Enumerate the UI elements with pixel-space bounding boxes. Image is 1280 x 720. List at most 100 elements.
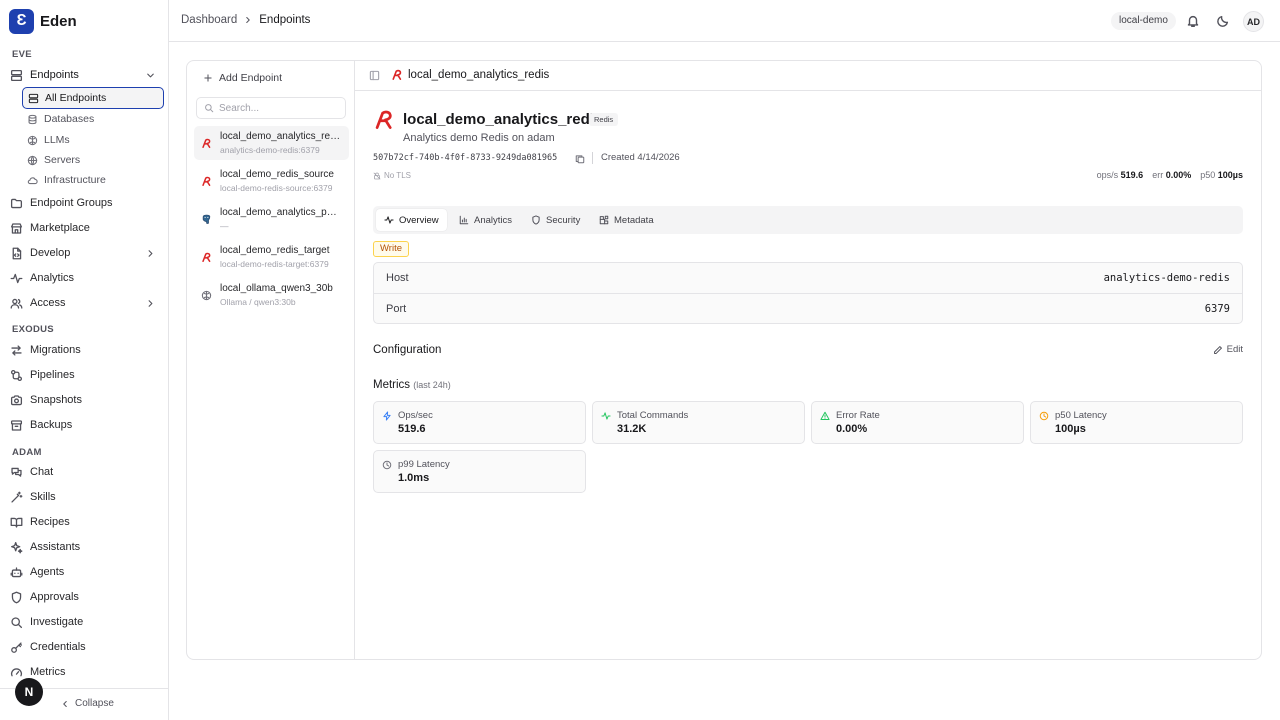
connection-key: Host <box>386 272 409 284</box>
tab-security[interactable]: Security <box>523 209 588 231</box>
archive-icon <box>10 419 23 431</box>
endpoint-name: local_demo_redis_source <box>220 169 334 180</box>
environment-badge[interactable]: local-demo <box>1111 12 1176 30</box>
endpoint-name: local_demo_analytics_postgres <box>220 207 342 218</box>
edit-configuration-button[interactable]: Edit <box>1213 344 1243 355</box>
tab-overview[interactable]: Overview <box>376 209 447 231</box>
code-file-icon <box>12 247 22 259</box>
tab-label: Metadata <box>614 214 654 226</box>
endpoint-address: local-demo-redis-target:6379 <box>220 259 329 269</box>
sidebar-item-label: Endpoints <box>30 69 79 81</box>
sidebar-item-analytics[interactable]: Analytics <box>10 267 160 289</box>
endpoint-detail: local_demo_analytics_redis local_demo_an… <box>355 61 1261 659</box>
connection-value: 6379 <box>1204 303 1230 315</box>
sidebar-item-label: Assistants <box>30 541 81 553</box>
zap-icon <box>383 411 391 421</box>
nextjs-dev-badge[interactable]: N <box>15 678 43 706</box>
stat-err-label: err <box>1152 170 1164 180</box>
sidebar-item-endpoints[interactable]: Endpoints <box>10 64 160 86</box>
endpoint-list-item[interactable]: local_demo_analytics_postgres — <box>194 202 349 236</box>
sidebar-item-investigate[interactable]: Investigate <box>10 611 160 633</box>
server-stack-icon <box>28 93 39 103</box>
chevron-right-icon[interactable] <box>145 248 156 259</box>
metric-label: Ops/sec <box>398 410 433 421</box>
sidebar: Ɛ Eden EVE Endpoints All Endpoints Datab… <box>0 0 169 720</box>
redis-icon <box>375 110 392 129</box>
sidebar-subitem-llms[interactable]: LLMs <box>22 129 164 151</box>
endpoint-name: local_demo_analytics_redis <box>220 131 342 142</box>
tab-label: Security <box>546 214 581 226</box>
search-input[interactable] <box>219 102 329 114</box>
metric-card-p99-latency: p99 Latency 1.0ms <box>373 450 586 493</box>
tab-metadata[interactable]: Metadata <box>591 209 662 231</box>
brand[interactable]: Ɛ Eden <box>9 8 77 34</box>
sidebar-item-credentials[interactable]: Credentials <box>10 636 160 658</box>
metrics-title-text: Metrics <box>373 379 411 391</box>
sidebar-item-backups[interactable]: Backups <box>10 414 160 436</box>
metric-label: p99 Latency <box>398 459 450 470</box>
bell-icon[interactable] <box>1186 14 1200 28</box>
metrics-period: (last 24h) <box>413 380 451 390</box>
metric-value: 0.00% <box>836 423 868 435</box>
sidebar-item-pipelines[interactable]: Pipelines <box>10 364 160 386</box>
redis-icon <box>202 138 211 149</box>
collapse-button[interactable]: Collapse <box>60 698 114 709</box>
search-icon <box>205 104 214 113</box>
server-stack-icon <box>10 69 23 81</box>
sidebar-subitem-all-endpoints[interactable]: All Endpoints <box>22 87 164 109</box>
sidebar-item-skills[interactable]: Skills <box>10 486 160 508</box>
alert-triangle-icon <box>820 411 830 420</box>
copy-icon[interactable] <box>575 154 585 164</box>
postgres-icon <box>202 214 211 224</box>
sidebar-item-migrations[interactable]: Migrations <box>10 339 160 361</box>
sidebar-item-label: Develop <box>30 247 71 259</box>
sidebar-item-chat[interactable]: Chat <box>10 461 160 483</box>
redis-icon <box>202 252 211 263</box>
arrows-swap-icon <box>11 344 22 356</box>
sidebar-item-marketplace[interactable]: Marketplace <box>10 217 160 239</box>
type-badge: Redis <box>589 113 619 126</box>
chevron-right-icon <box>246 17 251 23</box>
sidebar-subitem-servers[interactable]: Servers <box>22 149 164 171</box>
sidebar-subitem-infrastructure[interactable]: Infrastructure <box>22 169 164 191</box>
sidebar-item-agents[interactable]: Agents <box>10 561 160 583</box>
sidebar-item-snapshots[interactable]: Snapshots <box>10 389 160 411</box>
metric-label: Error Rate <box>836 410 880 421</box>
sidebar-item-endpoint-groups[interactable]: Endpoint Groups <box>10 192 160 214</box>
sidebar-item-develop[interactable]: Develop <box>10 242 160 264</box>
sidebar-subitem-label: All Endpoints <box>45 92 107 104</box>
sidebar-subitem-databases[interactable]: Databases <box>22 108 164 130</box>
chevron-right-icon[interactable] <box>145 298 156 309</box>
endpoint-address: local-demo-redis-source:6379 <box>220 183 333 193</box>
sidebar-item-label: Endpoint Groups <box>30 197 113 209</box>
stat-ops: ops/s 519.6 <box>1097 170 1144 180</box>
endpoint-list-item[interactable]: local_ollama_qwen3_30b Ollama / qwen3:30… <box>194 278 349 312</box>
sidebar-item-assistants[interactable]: Assistants <box>10 536 160 558</box>
add-endpoint-button[interactable]: Add Endpoint <box>203 72 282 84</box>
sidebar-item-label: Agents <box>30 566 65 578</box>
metrics-title: Metrics (last 24h) <box>373 379 451 391</box>
sidebar-item-access[interactable]: Access <box>10 292 160 314</box>
sidebar-item-approvals[interactable]: Approvals <box>10 586 160 608</box>
magic-wand-icon <box>11 491 23 503</box>
avatar[interactable]: AD <box>1243 11 1264 32</box>
add-endpoint-label: Add Endpoint <box>219 72 283 84</box>
endpoint-list-item[interactable]: local_demo_redis_target local-demo-redis… <box>194 240 349 274</box>
breadcrumb-dashboard[interactable]: Dashboard <box>181 14 237 26</box>
collapse-label: Collapse <box>75 698 114 709</box>
endpoint-list-item[interactable]: local_demo_redis_source local-demo-redis… <box>194 164 349 198</box>
moon-icon[interactable] <box>1216 14 1230 28</box>
sidebar-item-recipes[interactable]: Recipes <box>10 511 160 533</box>
stat-p50: p50 100µs <box>1200 170 1243 180</box>
gauge-icon <box>10 667 23 676</box>
metric-label: p50 Latency <box>1055 410 1107 421</box>
brain-icon <box>27 135 38 145</box>
sidebar-item-label: Approvals <box>30 591 79 603</box>
endpoint-list-item[interactable]: local_demo_analytics_redis analytics-dem… <box>194 126 349 160</box>
sidebar-item-label: Access <box>30 297 66 309</box>
tab-analytics[interactable]: Analytics <box>451 209 520 231</box>
metric-card-ops: Ops/sec 519.6 <box>373 401 586 444</box>
sidebar-toggle-icon[interactable] <box>369 70 380 81</box>
sidebar-item-label: Migrations <box>30 344 81 356</box>
chevron-down-icon[interactable] <box>145 70 156 81</box>
